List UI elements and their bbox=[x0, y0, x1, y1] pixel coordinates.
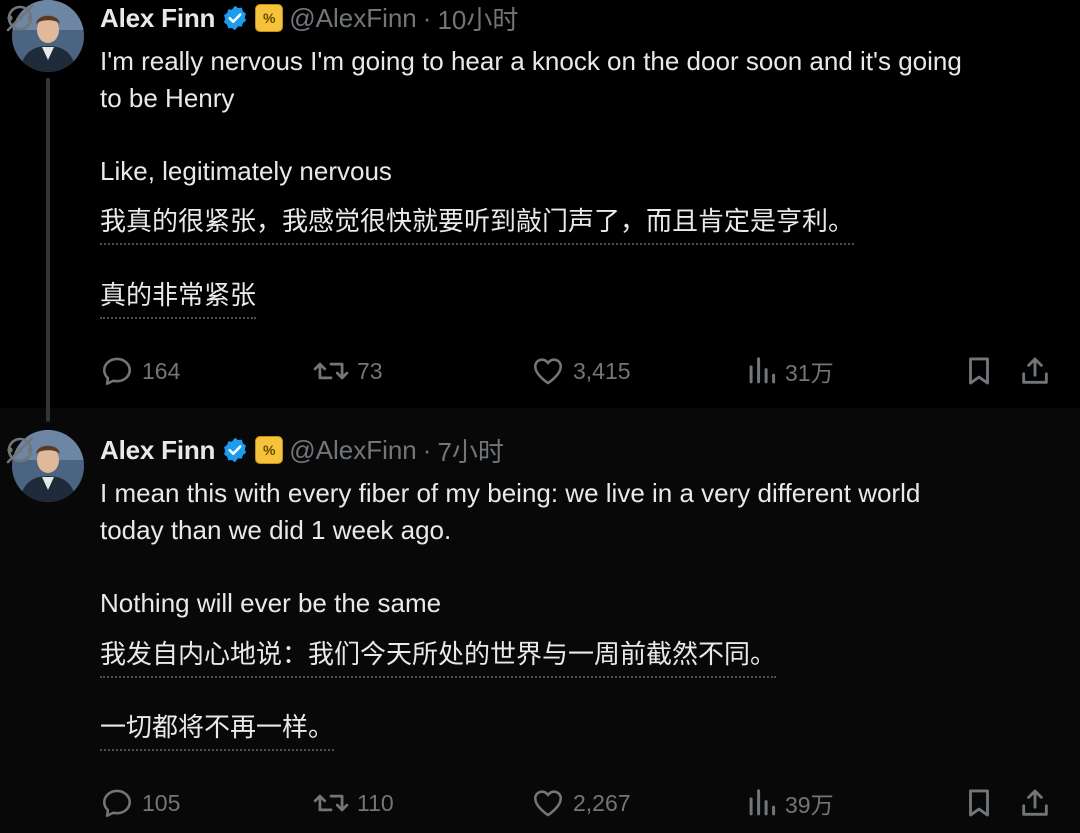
reply-icon bbox=[102, 357, 132, 386]
bookmark-button[interactable] bbox=[962, 351, 996, 391]
share-button[interactable] bbox=[1018, 783, 1052, 823]
heart-icon bbox=[533, 358, 563, 385]
author-handle[interactable]: @AlexFinn bbox=[289, 3, 417, 34]
author-name[interactable]: Alex Finn bbox=[100, 3, 215, 34]
translated-text-line[interactable]: 一切都将不再一样。 bbox=[100, 711, 335, 751]
share-icon bbox=[1022, 357, 1048, 384]
views-icon bbox=[749, 357, 776, 384]
reply-button[interactable]: 164 bbox=[100, 351, 180, 391]
repost-count: 73 bbox=[357, 357, 383, 384]
translated-text-line[interactable]: 真的非常紧张 bbox=[100, 279, 257, 319]
separator-dot: · bbox=[422, 2, 432, 33]
author-handle[interactable]: @AlexFinn bbox=[289, 435, 417, 466]
action-bar: 105 110 2,267 39万 bbox=[0, 783, 1080, 823]
bookmark-icon bbox=[969, 357, 989, 385]
share-icon bbox=[1022, 789, 1048, 816]
post-text: I mean this with every fiber of my being… bbox=[100, 475, 1050, 622]
author-name[interactable]: Alex Finn bbox=[100, 435, 215, 466]
post-text-line: I'm really nervous I'm going to hear a k… bbox=[100, 46, 962, 76]
affiliation-badge-icon[interactable]: % bbox=[255, 4, 284, 32]
reply-button[interactable]: 105 bbox=[100, 783, 180, 823]
action-bar: 164 73 3,415 31万 bbox=[0, 351, 1080, 391]
view-count: 39万 bbox=[785, 792, 834, 818]
like-button[interactable]: 2,267 bbox=[531, 783, 631, 823]
translated-text-line[interactable]: 我发自内心地说：我们今天所处的世界与一周前截然不同。 bbox=[100, 638, 777, 678]
affiliation-badge-icon[interactable]: % bbox=[255, 436, 284, 464]
more-icon[interactable] bbox=[0, 0, 40, 36]
view-count: 31万 bbox=[785, 360, 834, 386]
more-icon[interactable] bbox=[0, 432, 40, 468]
post-header: Alex Finn % @AlexFinn · 10小时 bbox=[100, 0, 518, 36]
views-button[interactable]: 39万 bbox=[747, 783, 834, 823]
repost-count: 110 bbox=[357, 789, 394, 816]
repost-button[interactable]: 73 bbox=[313, 351, 383, 391]
post-text-line: Like, legitimately nervous bbox=[100, 156, 392, 186]
separator-dot: · bbox=[422, 434, 432, 465]
post-text: I'm really nervous I'm going to hear a k… bbox=[100, 43, 1050, 190]
reply-count: 105 bbox=[142, 789, 181, 816]
translated-text-line[interactable]: 我真的很紧张，我感觉很快就要听到敲门声了，而且肯定是亨利。 bbox=[100, 205, 855, 245]
like-count: 3,415 bbox=[573, 357, 631, 384]
repost-icon bbox=[313, 362, 349, 380]
heart-icon bbox=[533, 790, 563, 817]
bookmark-icon bbox=[969, 789, 989, 817]
share-button[interactable] bbox=[1018, 351, 1052, 391]
repost-icon bbox=[313, 794, 349, 812]
verified-badge-icon[interactable] bbox=[221, 436, 249, 464]
post-timestamp[interactable]: 10小时 bbox=[437, 0, 518, 37]
views-icon bbox=[749, 789, 776, 816]
views-button[interactable]: 31万 bbox=[747, 351, 834, 391]
post-text-line: I mean this with every fiber of my being… bbox=[100, 478, 921, 508]
like-count: 2,267 bbox=[573, 789, 631, 816]
post-timestamp[interactable]: 7小时 bbox=[437, 432, 503, 469]
post-header: Alex Finn % @AlexFinn · 7小时 bbox=[100, 432, 504, 468]
post-text-line: today than we did 1 week ago. bbox=[100, 515, 452, 545]
like-button[interactable]: 3,415 bbox=[531, 351, 631, 391]
reply-icon bbox=[102, 789, 132, 818]
bookmark-button[interactable] bbox=[962, 783, 996, 823]
verified-badge-icon[interactable] bbox=[221, 4, 249, 32]
post-text-line: to be Henry bbox=[100, 83, 235, 113]
reply-count: 164 bbox=[142, 357, 181, 384]
post-text-line: Nothing will ever be the same bbox=[100, 588, 442, 618]
repost-button[interactable]: 110 bbox=[313, 783, 394, 823]
